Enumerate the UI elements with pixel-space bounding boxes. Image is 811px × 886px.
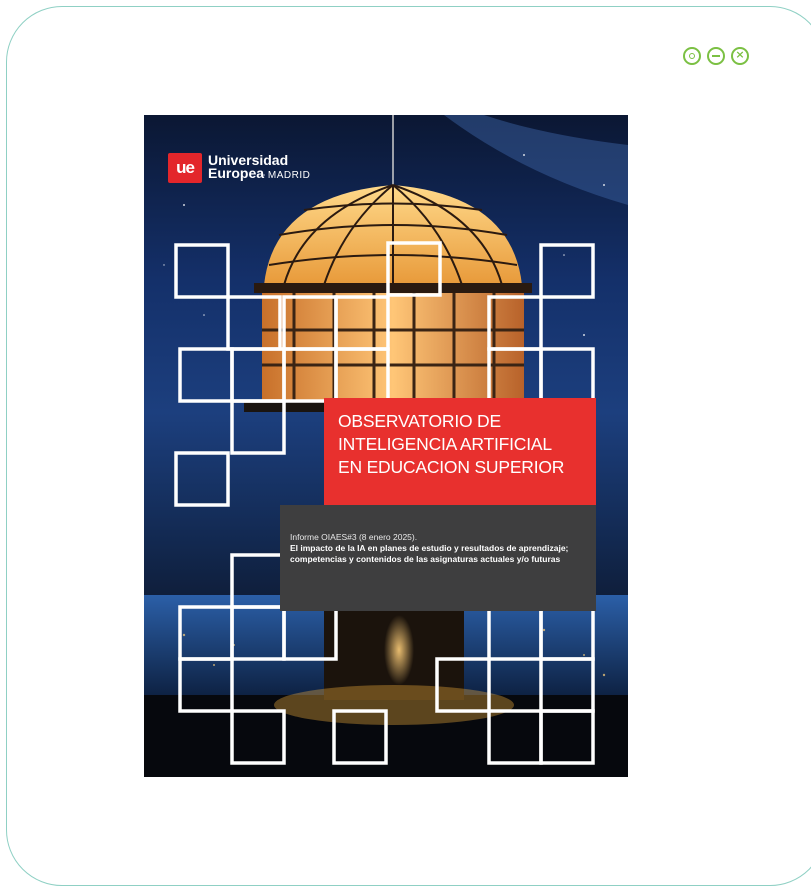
university-logo: ue Universidad Europea MADRID bbox=[168, 153, 310, 183]
cover-title-line-3: EN EDUCACION SUPERIOR bbox=[338, 457, 565, 477]
logo-madrid: MADRID bbox=[267, 170, 311, 181]
ue-logo-mark: ue bbox=[168, 153, 202, 183]
report-info-box: Informe OIAES#3 (8 enero 2025). El impac… bbox=[280, 505, 596, 611]
university-name: Universidad Europea MADRID bbox=[208, 153, 311, 182]
report-cover-image: ue Universidad Europea MADRID OBSERVATOR… bbox=[144, 115, 628, 777]
report-description: El impacto de la IA en planes de estudio… bbox=[290, 543, 569, 564]
logo-line-europea: Europea MADRID bbox=[208, 165, 311, 182]
cover-title-line-1: OBSERVATORIO DE bbox=[338, 411, 501, 431]
logo-europea: Europea bbox=[208, 165, 265, 181]
settings-button[interactable] bbox=[683, 47, 701, 65]
circle-dot-icon bbox=[689, 53, 695, 59]
report-label: Informe OIAES#3 (8 enero 2025). bbox=[290, 532, 418, 542]
close-button[interactable]: × bbox=[731, 47, 749, 65]
minimize-button[interactable] bbox=[707, 47, 725, 65]
minus-circle-icon bbox=[712, 55, 720, 57]
cover-title-line-2: INTELIGENCIA ARTIFICIAL bbox=[338, 434, 552, 454]
close-circle-icon: × bbox=[735, 48, 745, 61]
window-controls: × bbox=[683, 47, 749, 65]
cover-title-box: OBSERVATORIO DE INTELIGENCIA ARTIFICIAL … bbox=[324, 398, 596, 505]
